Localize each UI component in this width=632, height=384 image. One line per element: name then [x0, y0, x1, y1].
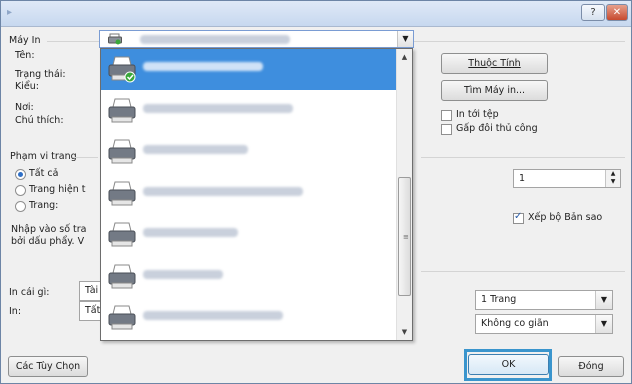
- properties-button[interactable]: Thuộc Tính: [441, 53, 548, 74]
- pages-radio[interactable]: [15, 201, 26, 212]
- scroll-down-icon[interactable]: ▼: [397, 324, 412, 340]
- printer-icon: [108, 98, 136, 122]
- printer-list-item[interactable]: [101, 215, 397, 256]
- close-window-button[interactable]: ✕: [606, 4, 628, 21]
- printer-icon: [108, 181, 136, 205]
- page-range-hint-line1: Nhập vào số tra: [11, 224, 87, 235]
- printer-icon: [108, 56, 136, 83]
- manual-duplex-label: Gấp đôi thủ công: [456, 123, 538, 134]
- printer-list-item[interactable]: [101, 91, 397, 132]
- manual-duplex-checkbox[interactable]: [441, 124, 452, 135]
- printer-icon: [108, 264, 136, 288]
- chevron-down-icon[interactable]: ▼: [595, 315, 612, 333]
- printer-name-blurred: [143, 311, 283, 320]
- find-printer-button[interactable]: Tìm Máy in...: [441, 80, 548, 101]
- help-button[interactable]: ?: [581, 4, 605, 21]
- printer-name-blurred: [143, 186, 303, 196]
- dropdown-scrollbar[interactable]: ▲ ≡ ▼: [396, 49, 412, 340]
- printer-name-blurred: [143, 103, 293, 113]
- printer-group-title: Máy In: [9, 35, 41, 46]
- printer-list-item[interactable]: [101, 257, 397, 298]
- zoom-divider: [421, 271, 625, 272]
- copies-spinner[interactable]: 1 ▲ ▼: [513, 169, 621, 188]
- collate-label: Xếp bộ Bản sao: [528, 212, 603, 223]
- scroll-up-icon[interactable]: ▲: [397, 49, 412, 65]
- options-button[interactable]: Các Tùy Chọn: [8, 356, 88, 377]
- printer-name-label: Tên:: [15, 50, 35, 61]
- chevron-down-icon[interactable]: ▼: [397, 31, 413, 47]
- app-icon: ▸: [7, 7, 13, 18]
- print-label: In:: [9, 306, 22, 317]
- comment-label: Chú thích:: [15, 115, 64, 126]
- print-select[interactable]: Tất: [79, 301, 101, 321]
- page-range-hint-line2: bởi dấu phẩy. V: [11, 236, 85, 247]
- where-label: Nơi:: [15, 102, 34, 113]
- printer-name-blurred: [143, 145, 248, 154]
- pages-label: Trang:: [29, 200, 59, 211]
- current-page-label: Trang hiện t: [29, 184, 86, 195]
- copies-divider: [421, 157, 625, 158]
- printer-list-item[interactable]: [101, 49, 397, 90]
- print-what-label: In cái gì:: [9, 287, 50, 298]
- printer-icon: [108, 222, 136, 247]
- scrollbar-thumb[interactable]: ≡: [398, 177, 411, 296]
- printer-list-item[interactable]: [101, 174, 397, 215]
- print-dialog: ▸ ? ✕ Máy In Tên: Trạng thái: Kiểu: Nơi:…: [0, 0, 632, 384]
- printer-name-blurred: [143, 62, 263, 71]
- page-range-divider: [73, 157, 98, 158]
- printer-list-item[interactable]: [101, 132, 397, 173]
- page-range-group-title: Phạm vi trang: [10, 151, 77, 162]
- status-label: Trạng thái:: [15, 69, 66, 80]
- all-pages-radio[interactable]: [15, 169, 26, 180]
- title-bar[interactable]: ▸ ? ✕: [1, 1, 631, 27]
- ok-highlight-frame: [464, 349, 552, 381]
- collate-checkbox[interactable]: [513, 211, 524, 224]
- print-to-file-label: In tới tệp: [456, 109, 499, 120]
- printer-name-blurred: [140, 35, 290, 44]
- printer-list-item[interactable]: [101, 298, 397, 339]
- scale-select[interactable]: Không co giãn ▼: [475, 314, 613, 334]
- spin-arrows-icon[interactable]: ▲ ▼: [605, 170, 620, 187]
- printer-icon: [108, 33, 122, 45]
- pages-per-sheet-select[interactable]: 1 Trang ▼: [475, 290, 613, 310]
- printer-name-blurred: [143, 269, 223, 279]
- close-button[interactable]: Đóng: [558, 356, 624, 377]
- print-what-select[interactable]: Tài: [79, 281, 101, 301]
- printer-icon: [108, 139, 136, 164]
- current-page-radio[interactable]: [15, 185, 26, 196]
- all-pages-label: Tất cả: [29, 168, 59, 179]
- type-label: Kiểu:: [15, 81, 39, 92]
- printer-icon: [108, 305, 136, 330]
- printer-name-select[interactable]: ▼: [99, 30, 414, 48]
- printer-dropdown-list[interactable]: ▲ ≡ ▼: [100, 48, 413, 341]
- copies-value: 1: [519, 173, 526, 184]
- chevron-down-icon[interactable]: ▼: [595, 291, 612, 309]
- printer-name-blurred: [143, 228, 238, 237]
- print-to-file-checkbox[interactable]: [441, 110, 452, 121]
